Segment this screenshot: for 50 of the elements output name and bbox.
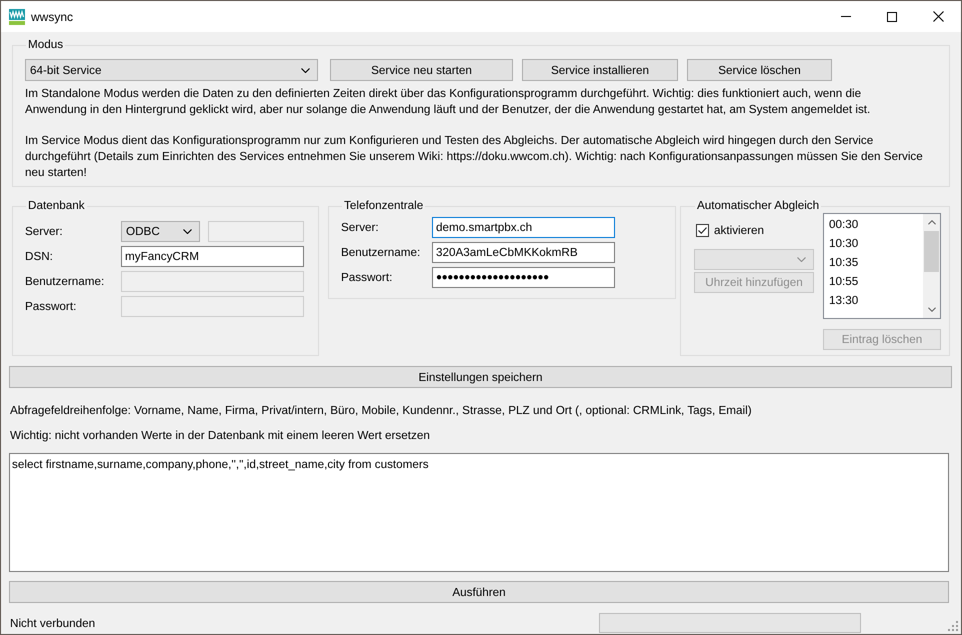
checkbox-label[interactable]: aktivieren <box>714 224 764 236</box>
scrollbar-thumb[interactable] <box>924 231 939 272</box>
scrollbar[interactable] <box>923 214 940 318</box>
list-item[interactable]: 10:55 <box>824 272 923 291</box>
list-item[interactable]: 13:30 <box>824 291 923 310</box>
chevron-down-icon <box>301 68 310 72</box>
time-list[interactable]: 00:30 10:30 10:35 10:55 13:30 <box>823 213 941 319</box>
mode-button[interactable]: Service installieren <box>522 59 678 81</box>
mode-button[interactable]: Service löschen <box>687 59 832 81</box>
resize-grip-icon <box>947 620 958 631</box>
chevron-down-icon <box>928 307 936 312</box>
hint-text: Abfragefeldreihenfolge: Vorname, Name, Firma, Privat/intern, Büro, Mobile, Kundennr., Strasse, PLZ und Ort (, optional: CRMLink, Tags, Email) <box>9 403 753 419</box>
maximize-icon <box>887 12 897 22</box>
list-item[interactable]: 00:30 <box>824 215 923 234</box>
mode-button[interactable]: Service neu starten <box>330 59 513 81</box>
checkbox[interactable] <box>696 224 709 236</box>
group-title: Telefonzentrale <box>343 199 424 213</box>
field-label: DSN: <box>25 250 54 263</box>
description-text: Im Service Modus dient das Konfigurationsprogramm nur zum Konfigurieren und Testen des Abgleichs. Der automatische Abgleich wird hingegen durch den Service durchgeführt (Details zum Einrichten des Services entnehmen Sie unserem Wiki: https://doku.wwcom.ch). Wichtig: nach Konfigurationsanpassungen müssen Sie den Service neu starten! <box>25 133 924 181</box>
password-field[interactable]: ●●●●●●●●●●●●●●●●●●●● <box>432 267 615 288</box>
chevron-down-icon <box>183 229 192 234</box>
field-label: Benutzername: <box>25 275 106 288</box>
group-title: Datenbank <box>27 199 86 213</box>
save-settings-button[interactable]: Einstellungen speichern <box>9 366 952 388</box>
window-title: wwsync <box>31 10 74 24</box>
run-button[interactable]: Ausführen <box>9 581 949 603</box>
description-text: Im Standalone Modus werden die Daten zu den definierten Zeiten direkt über das Konfigurationsprogramm durchgeführt. Wichtig: dies funktioniert auch, wenn die Anwendung in den Hintergrund geklickt wird, aber nur solange die Anwendung läuft und der Benutzer, der die Anwendung gestartet hat, am System angemeldet ist. <box>25 86 872 118</box>
status-text: Nicht verbunden <box>10 616 96 630</box>
text-field[interactable]: myFancyCRM <box>121 246 304 267</box>
field-label: Server: <box>341 221 380 234</box>
close-icon <box>932 11 944 22</box>
group-title: Modus <box>27 38 64 52</box>
field-label: Passwort: <box>25 300 78 313</box>
app-logo-icon <box>9 8 25 24</box>
field-label: Benutzername: <box>341 246 422 259</box>
checkmark-icon <box>698 226 707 234</box>
mode-dropdown[interactable]: 64-bit Service <box>25 59 318 81</box>
field-label: Server: <box>25 225 64 238</box>
hint-text: Wichtig: nicht vorhanden Werte in der Datenbank mit einem leeren Wert ersetzen <box>9 428 431 444</box>
list-item[interactable]: 10:30 <box>824 234 923 253</box>
chevron-down-icon <box>797 257 806 262</box>
chevron-up-icon <box>928 220 936 225</box>
dropdown[interactable]: ODBC <box>121 221 200 242</box>
query-textarea[interactable]: select firstname,surname,company,phone,'','',id,street_name,city from customers <box>9 453 949 572</box>
field-label: Passwort: <box>341 271 394 284</box>
text-field[interactable]: demo.smartpbx.ch <box>432 217 615 238</box>
minimize-icon <box>841 16 851 17</box>
group-title: Automatischer Abgleich <box>696 199 820 213</box>
list-item[interactable]: 10:35 <box>824 253 923 272</box>
text-field[interactable]: 320A3amLeCbMKKokmRB <box>432 242 615 263</box>
